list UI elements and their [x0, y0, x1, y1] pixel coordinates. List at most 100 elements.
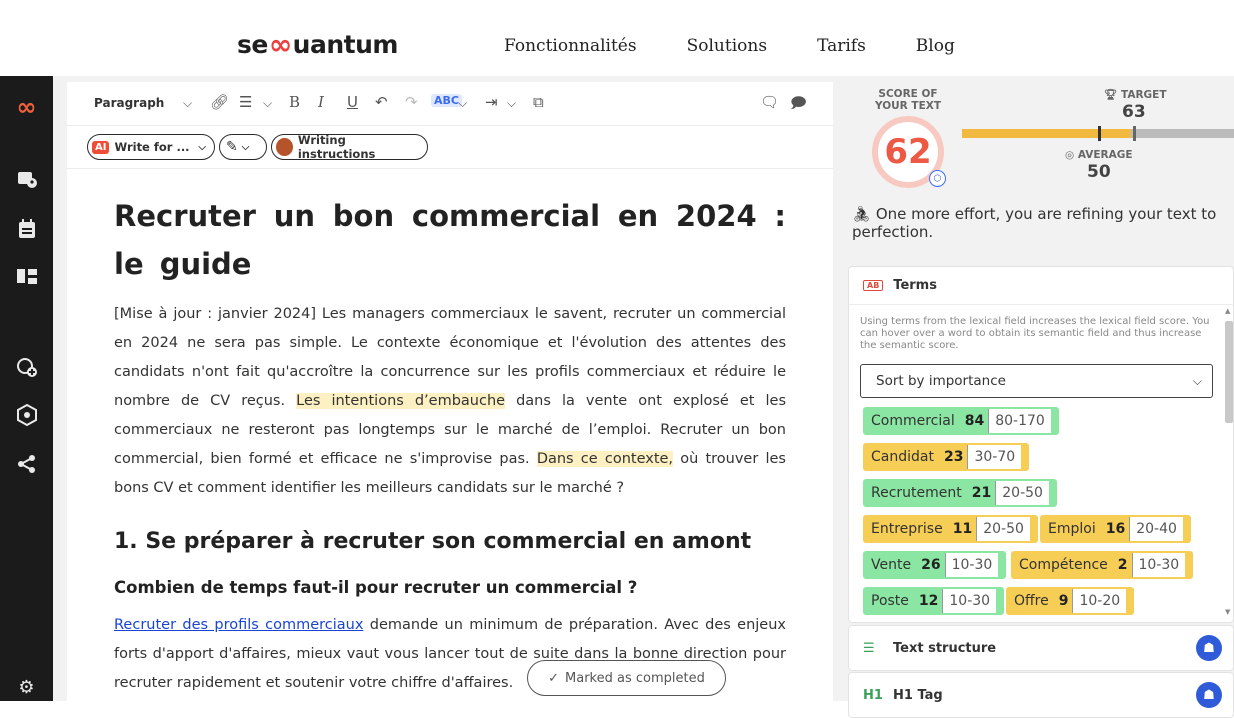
term-chip[interactable]: Commercial 84 80-170: [863, 407, 1059, 435]
network-icon[interactable]: [0, 402, 53, 428]
target-label: 🏆︎ TARGET: [1104, 88, 1167, 101]
bold-icon[interactable]: B: [289, 93, 300, 111]
seoquantum-logo[interactable]: se ∞ uantum: [237, 28, 398, 61]
html-source-icon[interactable]: ⧉: [533, 93, 544, 111]
average-icon: ◎: [1065, 149, 1075, 161]
ai-badge: AI: [92, 140, 110, 154]
score-progress-bar: [962, 126, 1234, 141]
marked-as-completed-button[interactable]: ✓ Marked as completed: [527, 660, 726, 696]
export-icon[interactable]: ⇥: [485, 93, 498, 111]
scroll-up-icon[interactable]: ▲: [1225, 307, 1230, 315]
add-link-icon[interactable]: [0, 354, 53, 380]
term-chip[interactable]: Candidat 23 30-70: [863, 443, 1030, 471]
term-name: Poste: [871, 593, 909, 609]
app-sidebar: ∞ ⚙: [0, 76, 53, 701]
assistant-icon[interactable]: ☗: [1196, 635, 1222, 661]
add-comment-icon[interactable]: 🗨︎: [760, 93, 779, 111]
link-icon[interactable]: 🔗︎: [210, 93, 229, 111]
term-chip[interactable]: Compétence 2 10-30: [1011, 551, 1194, 579]
target-value: 63: [1122, 102, 1146, 122]
score-feedback-text: One more effort, you are refining your t…: [852, 205, 1217, 241]
terms-scrollbar[interactable]: ▲ ▼: [1223, 307, 1233, 622]
chevron-down-icon: ⌵: [241, 141, 250, 153]
term-count: 12: [918, 593, 939, 609]
term-name: Entreprise: [871, 521, 943, 537]
ai-toolbar: AI Write for ... ⌵ ✎ ⌵ Writing instructi…: [67, 126, 833, 169]
magic-wand-dropdown[interactable]: ✎ ⌵: [219, 134, 267, 160]
share-icon[interactable]: [0, 451, 53, 477]
writing-instructions-button[interactable]: Writing instructions: [271, 133, 428, 161]
text-structure-section[interactable]: ☰ Text structure ☗: [848, 625, 1234, 671]
h1-tag-section[interactable]: H1 H1 Tag ☗: [848, 672, 1234, 718]
terms-header[interactable]: AB Terms: [849, 267, 1234, 305]
term-chip[interactable]: Vente 26 10-30: [863, 551, 1007, 579]
score-details-icon[interactable]: ⬡: [929, 170, 946, 187]
list-chevron-down-icon[interactable]: ⌵: [263, 96, 272, 111]
terms-panel: AB Terms Using terms from the lexical fi…: [848, 266, 1234, 623]
nav-link-solutions[interactable]: Solutions: [687, 36, 767, 56]
h1-icon: H1: [863, 687, 883, 703]
text-structure-icon: ☰: [863, 640, 875, 656]
nav-link-tarifs[interactable]: Tarifs: [817, 36, 866, 56]
average-marker: [1098, 126, 1101, 141]
term-chip[interactable]: Recrutement 21 20-50: [863, 479, 1057, 507]
term-chip[interactable]: Poste 12 10-30: [863, 587, 1005, 615]
nav-link-fonctionnalites[interactable]: Fonctionnalités: [504, 36, 637, 56]
term-chip[interactable]: Offre 9 10-20: [1006, 587, 1135, 615]
write-for-dropdown[interactable]: AI Write for ... ⌵: [87, 134, 215, 160]
user-database-icon[interactable]: [0, 166, 53, 192]
term-count: 21: [971, 485, 992, 501]
assistant-icon[interactable]: ☗: [1196, 682, 1222, 708]
top-navigation: se ∞ uantum Fonctionnalités Solutions Ta…: [0, 0, 1234, 76]
term-range: 10-30: [1131, 553, 1186, 577]
undo-icon[interactable]: ↶: [375, 93, 388, 111]
nav-link-blog[interactable]: Blog: [916, 36, 955, 56]
chevron-down-icon[interactable]: ⌵: [183, 96, 192, 111]
term-range: 20-40: [1129, 517, 1183, 541]
export-chevron-down-icon[interactable]: ⌵: [507, 96, 516, 111]
term-name: Offre: [1014, 593, 1049, 609]
italic-icon[interactable]: I: [318, 93, 324, 111]
spellcheck-chevron-down-icon[interactable]: ⌵: [458, 96, 467, 111]
scrollbar-thumb[interactable]: [1225, 321, 1233, 423]
write-for-label: Write for ...: [114, 140, 190, 154]
inline-link[interactable]: Recruter des profils commerciaux: [114, 617, 363, 633]
hierarchy-icon[interactable]: [0, 264, 53, 290]
sort-select[interactable]: Sort by importance ⌵: [860, 364, 1213, 398]
magic-wand-icon: ✎: [226, 139, 238, 155]
cyclist-icon: 🚴︎: [852, 205, 872, 223]
calendar-icon[interactable]: [0, 216, 53, 242]
term-count: 23: [943, 449, 964, 465]
term-range: 10-30: [942, 589, 997, 613]
term-count: 11: [952, 521, 973, 537]
term-range: 20-50: [976, 517, 1030, 541]
underline-icon[interactable]: U: [347, 93, 358, 111]
text-editor: Paragraph ⌵ 🔗︎ ☰ ⌵ B I U ↶ ↷ ABC ⌵ ⇥ ⌵ ⧉…: [67, 82, 833, 701]
settings-gear-icon[interactable]: ⚙: [0, 674, 53, 700]
score-progress-fill: [962, 129, 1131, 138]
text-structure-title: Text structure: [893, 640, 997, 656]
section-heading-h3: Combien de temps faut-il pour recruter u…: [114, 578, 638, 597]
term-chip[interactable]: Emploi 16 20-40: [1040, 515, 1191, 543]
logo-text-right: uantum: [292, 30, 399, 59]
comment-icon[interactable]: 🗩︎: [790, 93, 807, 118]
terms-title: Terms: [893, 278, 937, 293]
terms-help-text: Using terms from the lexical field incre…: [860, 316, 1210, 351]
article-content[interactable]: Recruter un bon commercial en 2024 : le …: [114, 192, 786, 698]
brand-infinity-icon[interactable]: ∞: [0, 93, 53, 121]
paragraph-style-select[interactable]: Paragraph: [94, 96, 164, 110]
chevron-down-icon: ⌵: [1192, 373, 1202, 388]
scroll-down-icon[interactable]: ▼: [1225, 608, 1230, 616]
bulleted-list-icon[interactable]: ☰: [239, 93, 252, 111]
term-chip[interactable]: Entreprise 11 20-50: [863, 515, 1038, 543]
term-range: 80-170: [988, 409, 1051, 433]
term-count: 16: [1105, 521, 1126, 537]
average-label-text: AVERAGE: [1077, 149, 1133, 161]
checkmark-icon: ✓: [548, 670, 560, 686]
avatar: [276, 138, 293, 156]
main-nav-links: Fonctionnalités Solutions Tarifs Blog: [504, 36, 955, 56]
term-range: 10-30: [944, 553, 999, 577]
term-name: Vente: [871, 557, 912, 573]
highlighted-term-1: Les intentions d’embauche: [296, 393, 506, 409]
redo-icon[interactable]: ↷: [405, 93, 418, 111]
